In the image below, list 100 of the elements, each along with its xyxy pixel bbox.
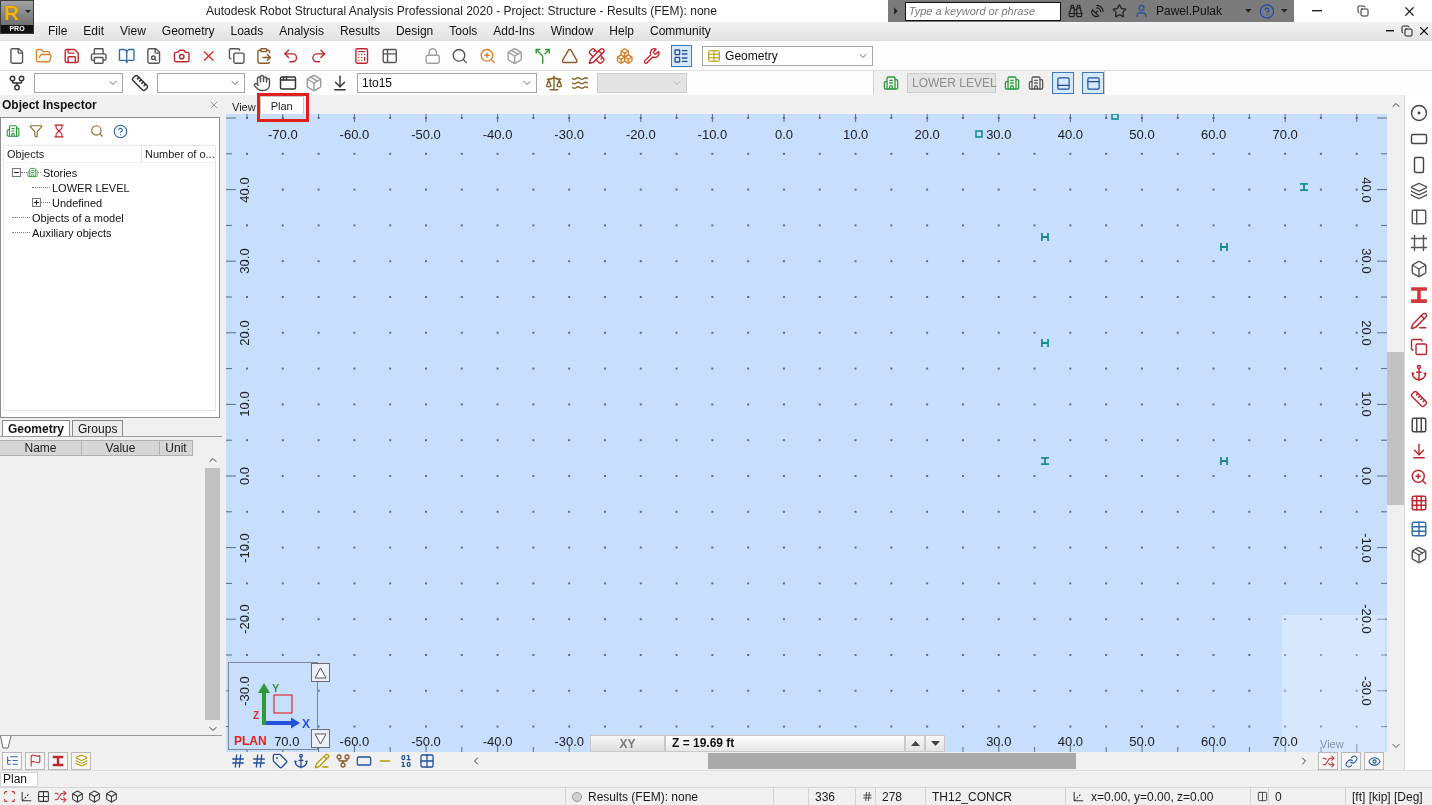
up-button[interactable] — [311, 663, 330, 682]
scrollbar-thumb[interactable] — [205, 468, 220, 720]
menu-item[interactable]: Window — [542, 24, 602, 38]
folder-icon[interactable] — [35, 46, 53, 65]
arrow-down-icon[interactable] — [331, 74, 349, 92]
scan-icon[interactable] — [3, 790, 16, 803]
lock-icon[interactable] — [423, 46, 442, 65]
search-icon[interactable] — [451, 46, 469, 65]
menu-item[interactable]: Results — [331, 24, 388, 38]
tree-item[interactable]: Undefined — [50, 196, 103, 209]
menu-item[interactable]: Design — [387, 24, 442, 38]
cube-icon[interactable] — [105, 790, 118, 803]
column-header[interactable]: Unit — [160, 440, 193, 456]
plane-button[interactable]: XY — [590, 735, 665, 752]
minus-box-icon[interactable] — [12, 168, 21, 177]
column-header[interactable]: Name — [0, 440, 82, 456]
scrollbar-thumb[interactable] — [708, 753, 1076, 769]
binary-icon[interactable] — [398, 753, 414, 769]
hand-icon[interactable] — [253, 74, 271, 92]
column-header[interactable]: Objects — [4, 146, 142, 162]
pencil-ruler-icon[interactable] — [588, 46, 606, 65]
copy-icon[interactable] — [1409, 338, 1428, 356]
column-header[interactable]: Number of o... — [142, 146, 215, 162]
save-icon[interactable] — [62, 46, 81, 65]
column-header[interactable]: Value — [82, 440, 160, 456]
zoom-in-icon[interactable] — [478, 46, 497, 65]
level-field[interactable]: Z = 19.69 ft — [665, 735, 905, 752]
spin-down-button[interactable] — [925, 735, 945, 752]
spin-up-button[interactable] — [905, 735, 925, 752]
menu-item[interactable]: Edit — [75, 24, 113, 38]
waves-icon[interactable] — [571, 74, 589, 92]
filter-icon[interactable] — [29, 124, 43, 138]
i-beam-icon[interactable] — [1219, 456, 1229, 466]
split-icon[interactable] — [533, 46, 551, 65]
down-button[interactable] — [311, 729, 330, 748]
file-icon[interactable] — [8, 46, 26, 65]
frame-icon[interactable] — [1409, 234, 1428, 252]
window-icon[interactable] — [279, 74, 297, 92]
calculator-icon[interactable] — [353, 46, 371, 65]
empty-tab[interactable] — [0, 736, 12, 749]
copy-icon[interactable] — [227, 46, 245, 65]
table-icon[interactable] — [1409, 520, 1428, 538]
restore-button[interactable] — [1398, 23, 1415, 39]
tree-item[interactable]: LOWER LEVEL — [50, 181, 130, 194]
toggle-button[interactable] — [670, 44, 693, 67]
tool-button[interactable] — [1318, 752, 1338, 770]
rectangle-icon[interactable] — [356, 753, 372, 769]
dropdown[interactable]: 1to15 — [357, 73, 537, 93]
i-beam-icon[interactable] — [1409, 286, 1428, 304]
building-icon[interactable] — [1004, 75, 1020, 91]
tool-button[interactable] — [2, 751, 22, 770]
table-icon[interactable] — [380, 46, 398, 65]
menu-item[interactable]: View — [112, 24, 154, 38]
clipboard-icon[interactable] — [254, 46, 273, 65]
tab[interactable]: Geometry — [2, 420, 71, 436]
menu-item[interactable]: Tools — [441, 24, 486, 38]
search-icon[interactable] — [90, 124, 104, 138]
i-beam-icon[interactable] — [1040, 338, 1050, 348]
hash-icon[interactable] — [251, 753, 267, 769]
square-icon[interactable] — [975, 130, 983, 138]
hash-icon[interactable] — [230, 753, 246, 769]
triangle-icon[interactable] — [560, 46, 579, 65]
printer-icon[interactable] — [90, 46, 108, 65]
caret-icon[interactable] — [1281, 9, 1288, 13]
zoom-in-icon[interactable] — [1409, 468, 1428, 486]
toggle-button[interactable] — [1052, 72, 1074, 94]
wrench-icon[interactable] — [643, 46, 661, 65]
pencil-line-icon[interactable] — [1409, 312, 1428, 330]
scale-icon[interactable] — [545, 74, 563, 92]
anchor-icon[interactable] — [293, 753, 309, 769]
scrollbar-thumb[interactable] — [1387, 352, 1404, 505]
tree-item[interactable]: Stories — [41, 166, 78, 179]
hourglass-icon[interactable] — [52, 124, 66, 138]
menu-item[interactable]: File — [40, 24, 76, 38]
caret-icon[interactable] — [1245, 9, 1252, 13]
undo-icon[interactable] — [282, 46, 300, 65]
package-icon[interactable] — [1409, 546, 1428, 564]
file-search-icon[interactable] — [145, 46, 163, 65]
menu-item[interactable]: Geometry — [153, 24, 223, 38]
ruler-icon[interactable] — [131, 74, 149, 92]
book-icon[interactable] — [117, 46, 136, 65]
camera-icon[interactable] — [172, 46, 191, 65]
tool-button[interactable] — [25, 751, 45, 770]
i-beam-icon[interactable] — [1040, 232, 1050, 242]
expand-icon[interactable] — [894, 7, 898, 15]
cube-icon[interactable] — [88, 790, 101, 803]
tree-item[interactable]: Objects of a model — [30, 211, 124, 224]
shuffle-icon[interactable] — [54, 790, 67, 803]
i-beam-icon[interactable] — [1219, 242, 1229, 252]
toggle-button[interactable] — [1082, 72, 1104, 94]
fork-icon[interactable] — [8, 74, 26, 92]
i-beam-icon[interactable] — [1040, 456, 1050, 466]
box-icon[interactable] — [1409, 260, 1428, 278]
grid-icon[interactable] — [37, 790, 50, 803]
panel-icon[interactable] — [1409, 208, 1428, 226]
columns-icon[interactable] — [1409, 416, 1428, 434]
tab[interactable]: Plan — [259, 96, 304, 114]
i-beam-icon[interactable] — [1299, 182, 1309, 192]
menu-item[interactable]: Community — [642, 24, 719, 38]
star-icon[interactable] — [1112, 3, 1128, 19]
